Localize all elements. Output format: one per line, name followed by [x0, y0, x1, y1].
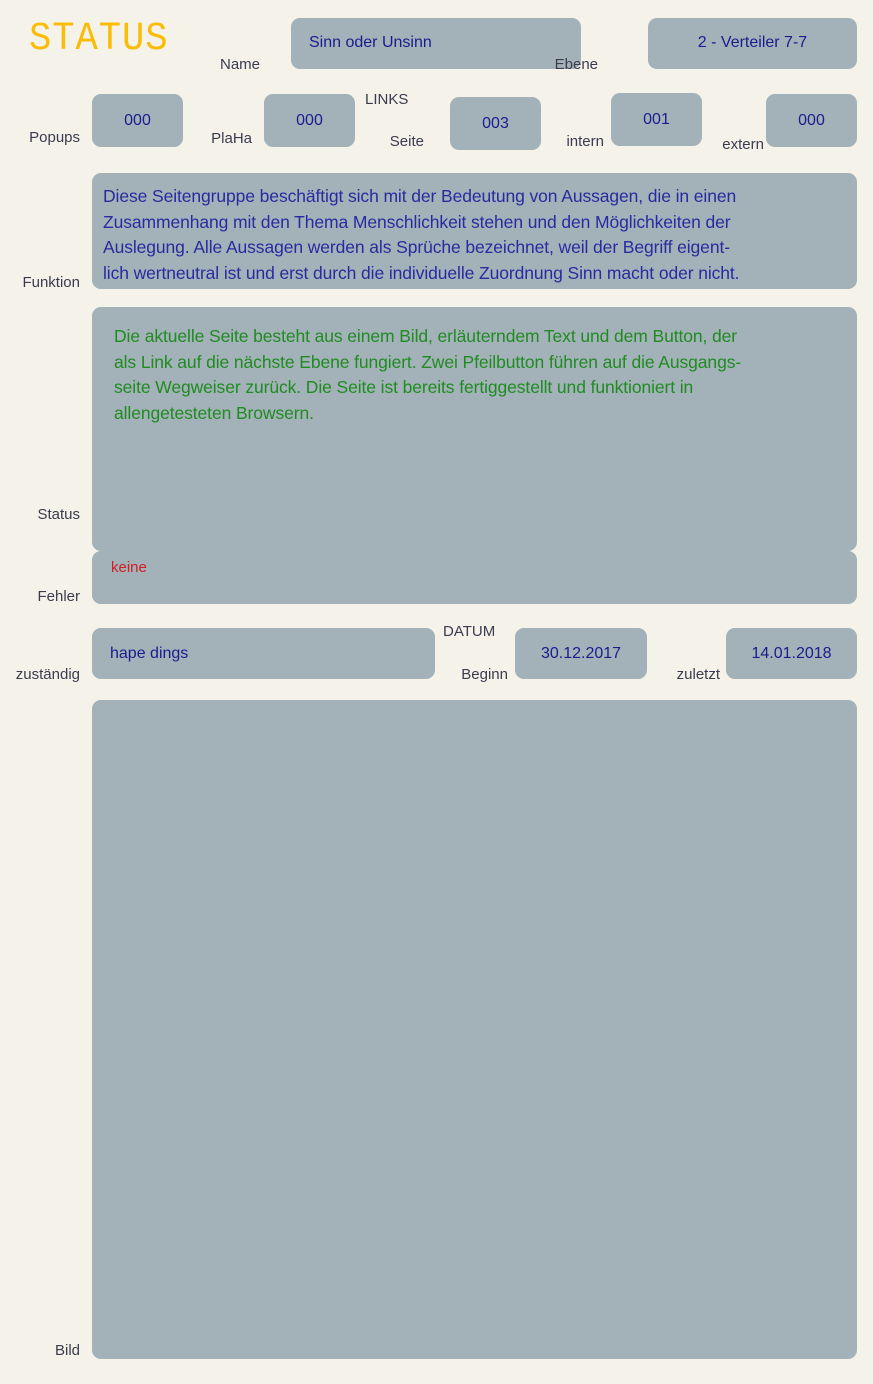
ebene-value: 2 - Verteiler 7-7	[697, 34, 808, 51]
bild-panel[interactable]	[92, 700, 857, 1359]
fehler-panel[interactable]: keine	[92, 551, 857, 604]
intern-label: intern	[566, 133, 604, 150]
beginn-value: 30.12.2017	[540, 645, 622, 662]
status-text: Die aktuelle Seite besteht aus einem Bil…	[114, 326, 742, 423]
page-title: STATUS	[29, 17, 169, 62]
popups-value: 000	[124, 112, 151, 129]
links-group-label: LINKS	[365, 91, 409, 108]
bild-label: Bild	[54, 1342, 80, 1359]
popups-field[interactable]: 000	[92, 94, 183, 147]
funktion-label: Funktion	[22, 274, 80, 291]
ebene-field[interactable]: 2 - Verteiler 7-7	[648, 18, 857, 69]
zuletzt-value: 14.01.2018	[751, 645, 832, 662]
datum-group-label: DATUM	[443, 623, 496, 640]
extern-value: 000	[798, 112, 825, 129]
zustaendig-value: hape dings	[110, 645, 189, 662]
intern-value: 001	[643, 111, 670, 128]
ebene-label: Ebene	[554, 56, 598, 73]
funktion-panel[interactable]: Diese Seitengruppe beschäftigt sich mit …	[92, 173, 857, 289]
extern-field[interactable]: 000	[766, 94, 857, 147]
plaha-value: 000	[296, 112, 323, 129]
extern-label: extern	[722, 136, 764, 153]
intern-field[interactable]: 001	[611, 93, 702, 146]
status-panel[interactable]: Die aktuelle Seite besteht aus einem Bil…	[92, 307, 857, 551]
funktion-text: Diese Seitengruppe beschäftigt sich mit …	[103, 186, 740, 283]
zustaendig-label: zuständig	[15, 666, 80, 683]
status-label: Status	[37, 506, 80, 523]
name-label: Name	[219, 56, 260, 73]
zustaendig-field[interactable]: hape dings	[92, 628, 435, 679]
seite-label: Seite	[389, 133, 424, 150]
plaha-field[interactable]: 000	[264, 94, 355, 147]
zuletzt-field[interactable]: 14.01.2018	[726, 628, 857, 679]
seite-field[interactable]: 003	[450, 97, 541, 150]
seite-value: 003	[482, 115, 509, 132]
plaha-label: PlaHa	[211, 130, 252, 147]
fehler-text: keine	[111, 559, 147, 576]
name-value: Sinn oder Unsinn	[309, 34, 432, 51]
popups-label: Popups	[29, 129, 80, 146]
zuletzt-label: zuletzt	[676, 666, 720, 683]
beginn-label: Beginn	[461, 666, 508, 683]
fehler-label: Fehler	[37, 588, 80, 605]
beginn-field[interactable]: 30.12.2017	[515, 628, 647, 679]
